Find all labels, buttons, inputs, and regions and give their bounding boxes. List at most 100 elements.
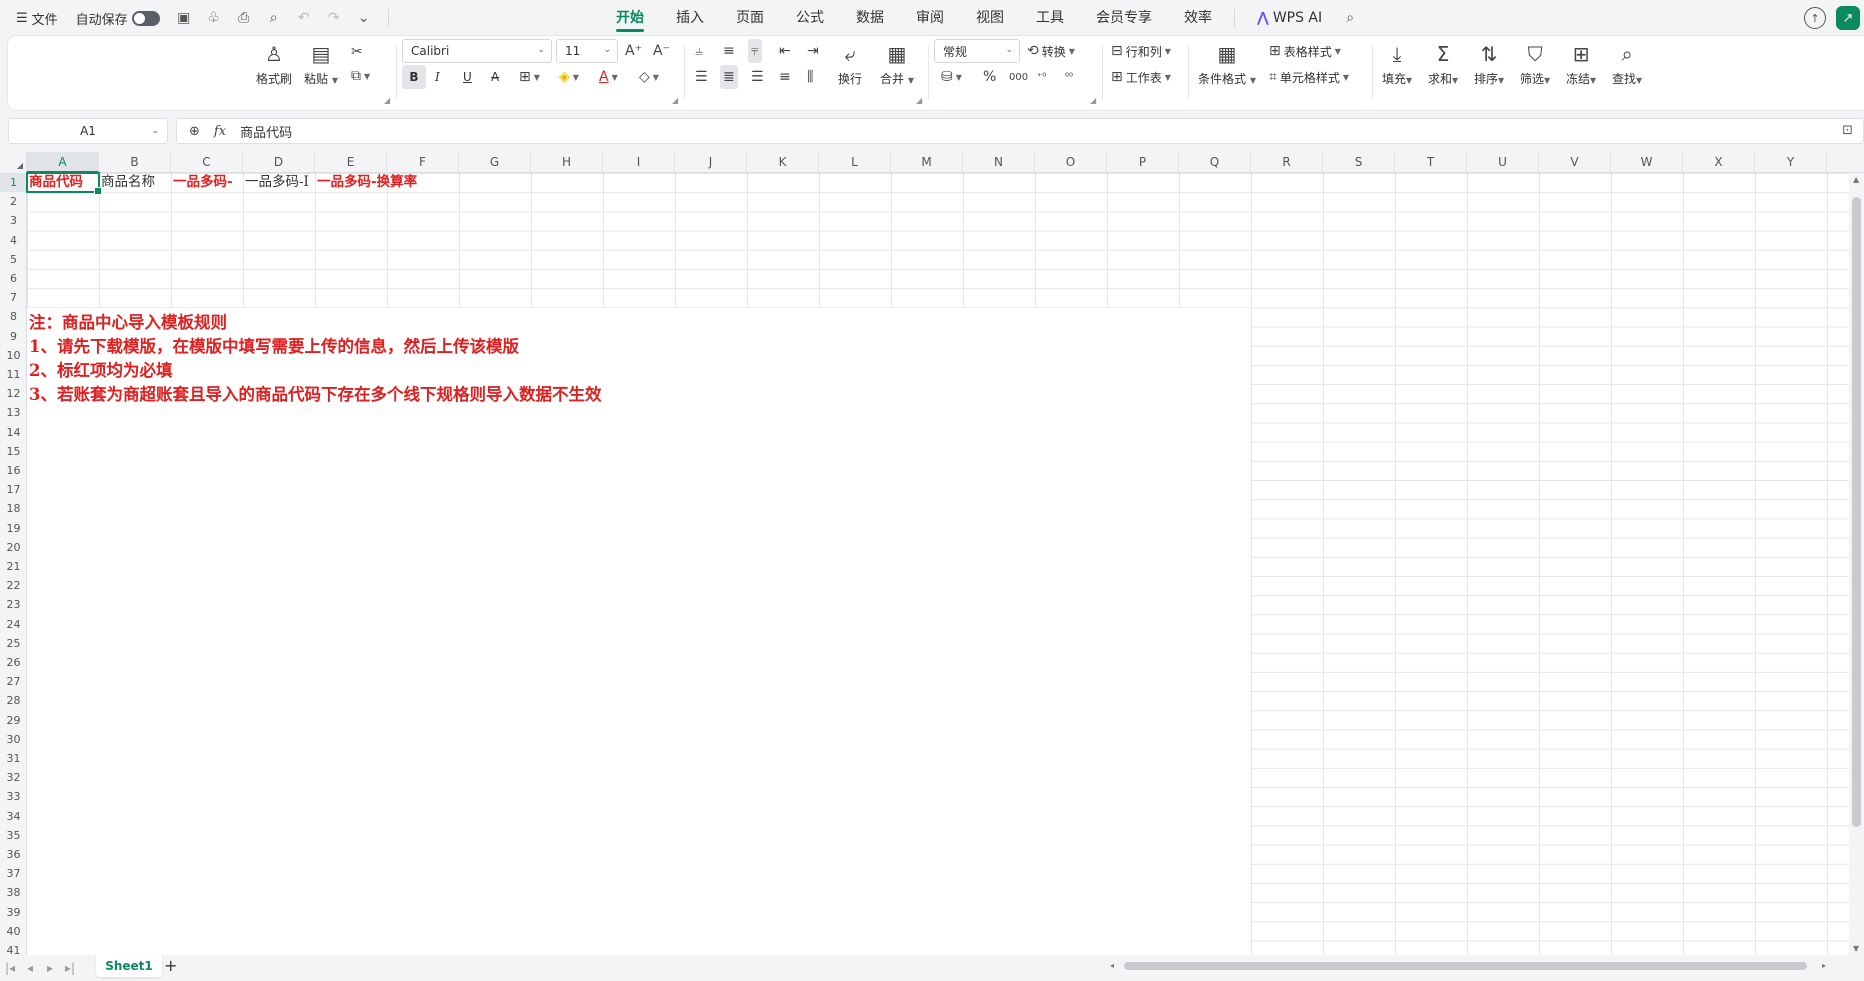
row-header-7[interactable]: 7 <box>0 288 26 307</box>
row-header-34[interactable]: 34 <box>0 807 26 826</box>
column-header-v[interactable]: V <box>1539 152 1611 173</box>
row-header-23[interactable]: 23 <box>0 595 26 614</box>
row-header-36[interactable]: 36 <box>0 845 26 864</box>
column-header-n[interactable]: N <box>963 152 1035 173</box>
row-header-20[interactable]: 20 <box>0 538 26 557</box>
fill-color-button[interactable]: ◈ ▼ <box>556 65 582 89</box>
fx-icon[interactable]: fx <box>214 124 226 139</box>
row-header-28[interactable]: 28 <box>0 691 26 710</box>
row-header-39[interactable]: 39 <box>0 903 26 922</box>
row-header-38[interactable]: 38 <box>0 883 26 902</box>
row-header-9[interactable]: 9 <box>0 327 26 346</box>
find-button[interactable]: ⌕ 查找▼ <box>1612 42 1642 87</box>
merge-button[interactable]: ▦ 合并 ▼ <box>880 42 914 87</box>
column-header-s[interactable]: S <box>1323 152 1395 173</box>
tab-formula[interactable]: 公式 <box>780 0 840 36</box>
fill-button[interactable]: ⤓ 填充▼ <box>1382 42 1412 87</box>
tab-data[interactable]: 数据 <box>840 0 900 36</box>
convert-button[interactable]: ⟲ 转换 ▼ <box>1024 39 1078 63</box>
formula-input[interactable]: ⊕ fx 商品代码 ⊡ <box>176 118 1864 144</box>
cell-style-button[interactable]: ⌗ 单元格样式 ▼ <box>1266 65 1352 89</box>
print-icon[interactable]: ⎙ <box>232 6 256 30</box>
prev-sheet-icon[interactable]: ◂ <box>20 961 40 975</box>
column-header-d[interactable]: D <box>243 152 315 173</box>
strikethrough-button[interactable]: A <box>488 65 502 89</box>
column-header-w[interactable]: W <box>1611 152 1683 173</box>
tab-page[interactable]: 页面 <box>720 0 780 36</box>
dialog-launcher-icon[interactable]: ◢ <box>384 96 390 105</box>
row-col-button[interactable]: ⊟ 行和列 ▼ <box>1108 39 1174 63</box>
tab-view[interactable]: 视图 <box>960 0 1020 36</box>
add-sheet-icon[interactable]: + <box>164 956 177 975</box>
print-preview-icon[interactable]: ⌕ <box>262 6 286 30</box>
cell-c1[interactable]: 一品多码- <box>171 173 243 192</box>
column-header-u[interactable]: U <box>1467 152 1539 173</box>
name-box[interactable]: A1 ⌄ <box>8 118 168 144</box>
filter-button[interactable]: ⛉ 筛选▼ <box>1520 42 1550 87</box>
percent-button[interactable]: % <box>980 65 999 89</box>
sort-button[interactable]: ⇅ 排序▼ <box>1474 42 1504 87</box>
search-icon[interactable]: ⌕ <box>1338 6 1362 30</box>
autosave-toggle[interactable]: 自动保存 <box>70 5 166 31</box>
save-icon[interactable]: ▣ <box>172 6 196 30</box>
tab-efficiency[interactable]: 效率 <box>1168 0 1228 36</box>
scroll-right-icon[interactable]: ▸ <box>1822 961 1826 970</box>
bold-button[interactable]: B <box>402 65 426 89</box>
align-center-button[interactable]: ≣ <box>720 65 738 89</box>
last-sheet-icon[interactable]: ▸| <box>60 961 80 975</box>
select-all-corner[interactable]: ◢ <box>0 152 27 173</box>
column-header-e[interactable]: E <box>315 152 387 173</box>
align-right-button[interactable]: ☰ <box>748 65 767 89</box>
column-header-b[interactable]: B <box>99 152 171 173</box>
format-icon[interactable]: ♧ <box>202 6 226 30</box>
row-header-8[interactable]: 8 <box>0 307 26 326</box>
column-header-o[interactable]: O <box>1035 152 1107 173</box>
clear-button[interactable]: ◇ ▼ <box>636 65 662 89</box>
row-header-17[interactable]: 17 <box>0 480 26 499</box>
undo-icon[interactable]: ↶ <box>292 6 316 30</box>
row-header-29[interactable]: 29 <box>0 711 26 730</box>
scroll-down-icon[interactable]: ▼ <box>1853 944 1859 953</box>
row-header-32[interactable]: 32 <box>0 768 26 787</box>
tab-insert[interactable]: 插入 <box>660 0 720 36</box>
row-header-6[interactable]: 6 <box>0 269 26 288</box>
worksheet-button[interactable]: ⊞ 工作表 ▼ <box>1108 65 1174 89</box>
more-dropdown-icon[interactable]: ⌄ <box>352 6 376 30</box>
tab-review[interactable]: 审阅 <box>900 0 960 36</box>
row-header-40[interactable]: 40 <box>0 922 26 941</box>
column-header-m[interactable]: M <box>891 152 963 173</box>
align-left-button[interactable]: ☰ <box>692 65 711 89</box>
row-header-27[interactable]: 27 <box>0 672 26 691</box>
column-header-i[interactable]: I <box>603 152 675 173</box>
row-header-12[interactable]: 12 <box>0 384 26 403</box>
row-header-31[interactable]: 31 <box>0 749 26 768</box>
tab-tools[interactable]: 工具 <box>1020 0 1080 36</box>
row-header-15[interactable]: 15 <box>0 442 26 461</box>
decrease-indent-button[interactable]: ⇤ <box>776 39 794 63</box>
row-header-19[interactable]: 19 <box>0 519 26 538</box>
column-header-x[interactable]: X <box>1683 152 1755 173</box>
row-header-37[interactable]: 37 <box>0 864 26 883</box>
underline-button[interactable]: U <box>460 65 475 89</box>
font-name-select[interactable]: Calibri ⌄ <box>402 39 552 63</box>
number-format-select[interactable]: 常规 ⌄ <box>934 39 1020 63</box>
increase-font-button[interactable]: A⁺ <box>622 39 645 63</box>
row-header-24[interactable]: 24 <box>0 615 26 634</box>
column-header-j[interactable]: J <box>675 152 747 173</box>
column-header-g[interactable]: G <box>459 152 531 173</box>
row-header-22[interactable]: 22 <box>0 576 26 595</box>
thousands-button[interactable]: 000 <box>1006 65 1031 89</box>
column-header-l[interactable]: L <box>819 152 891 173</box>
row-header-30[interactable]: 30 <box>0 730 26 749</box>
row-header-13[interactable]: 13 <box>0 403 26 422</box>
first-sheet-icon[interactable]: |◂ <box>0 961 20 975</box>
vertical-scroll-thumb[interactable] <box>1852 197 1861 827</box>
row-header-11[interactable]: 11 <box>0 365 26 384</box>
tab-home[interactable]: 开始 <box>600 0 660 36</box>
row-header-41[interactable]: 41 <box>0 941 26 955</box>
cell-b1[interactable]: 商品名称 <box>99 173 171 192</box>
paste-button[interactable]: ▤ 粘贴 ▼ <box>304 42 338 87</box>
row-header-5[interactable]: 5 <box>0 250 26 269</box>
increase-indent-button[interactable]: ⇥ <box>804 39 822 63</box>
share-icon[interactable]: ↗ <box>1836 6 1860 30</box>
